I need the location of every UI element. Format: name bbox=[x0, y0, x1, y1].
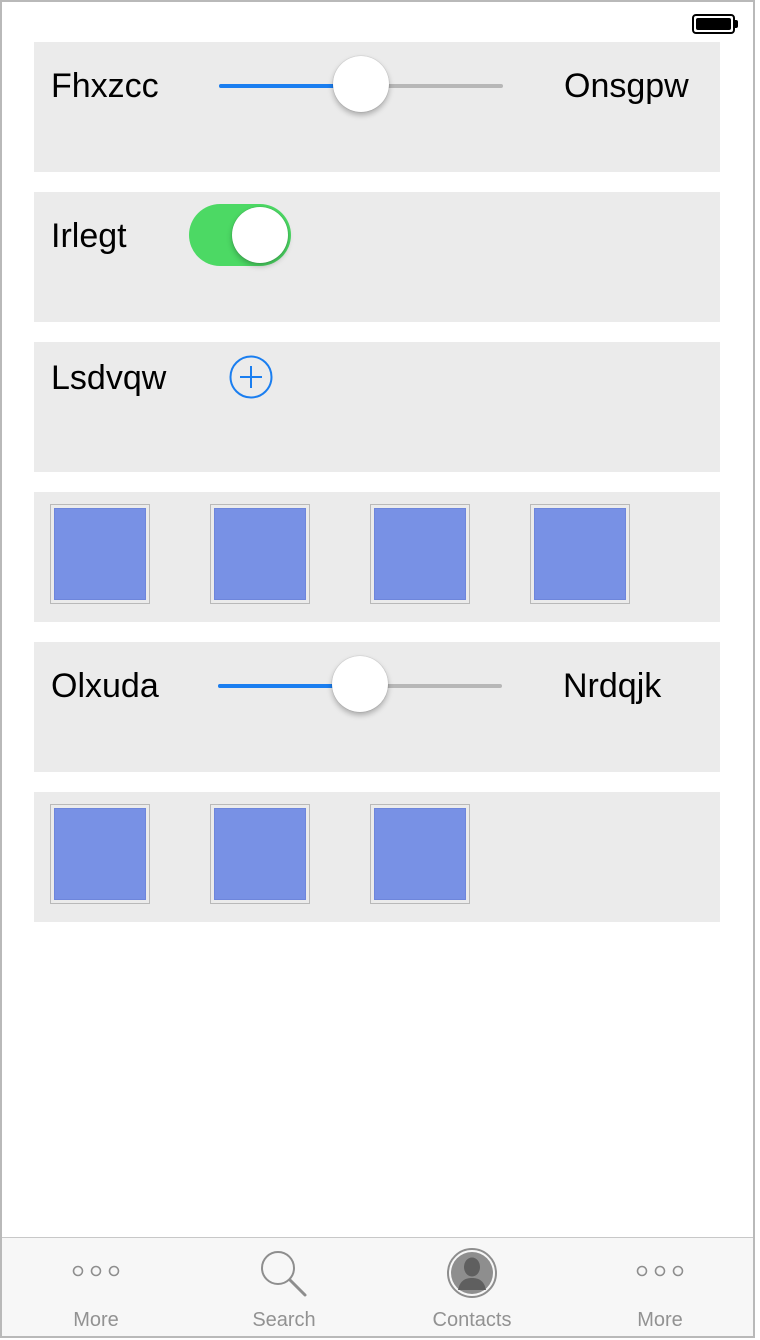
search-icon bbox=[261, 1251, 307, 1297]
slider-right-label: Onsgpw bbox=[564, 67, 689, 105]
slider-2[interactable] bbox=[218, 656, 502, 712]
swatch-row-2 bbox=[34, 792, 720, 922]
slider-1[interactable] bbox=[219, 56, 503, 112]
color-swatch[interactable] bbox=[370, 804, 470, 904]
color-swatch[interactable] bbox=[370, 504, 470, 604]
slider-row-2: Olxuda Nrdqjk bbox=[34, 642, 720, 772]
color-swatch[interactable] bbox=[50, 804, 150, 904]
toggle-knob bbox=[232, 207, 288, 263]
plus-circle-icon[interactable] bbox=[229, 355, 273, 399]
battery-icon bbox=[692, 14, 738, 34]
slider-thumb[interactable] bbox=[333, 56, 389, 112]
slider-row-1: Fhxzcc Onsgpw bbox=[34, 42, 720, 172]
tab-more-left[interactable]: More bbox=[2, 1238, 190, 1336]
tab-label: Search bbox=[252, 1309, 316, 1331]
tab-bar: More Search Contacts More bbox=[2, 1237, 753, 1336]
slider-left-label: Olxuda bbox=[51, 667, 159, 705]
slider-thumb[interactable] bbox=[332, 656, 388, 712]
slider-left-label: Fhxzcc bbox=[51, 67, 159, 105]
slider-right-label: Nrdqjk bbox=[563, 667, 662, 705]
tab-contacts[interactable]: Contacts bbox=[378, 1238, 566, 1336]
contact-icon bbox=[447, 1248, 497, 1298]
toggle-label: Irlegt bbox=[51, 217, 127, 255]
toggle-row: Irlegt bbox=[34, 192, 720, 322]
add-row: Lsdvqw bbox=[34, 342, 720, 472]
tab-search[interactable]: Search bbox=[190, 1238, 378, 1336]
tab-label: Contacts bbox=[432, 1309, 512, 1331]
more-dots-icon bbox=[636, 1265, 684, 1277]
app-screen: Fhxzcc Onsgpw Irlegt Lsdvqw Olxuda Nrdqj… bbox=[0, 0, 755, 1338]
color-swatch[interactable] bbox=[210, 504, 310, 604]
color-swatch[interactable] bbox=[210, 804, 310, 904]
tab-label: More bbox=[637, 1309, 683, 1331]
swatch-row-1 bbox=[34, 492, 720, 622]
color-swatch[interactable] bbox=[50, 504, 150, 604]
tab-label: More bbox=[73, 1309, 119, 1331]
color-swatch[interactable] bbox=[530, 504, 630, 604]
add-label: Lsdvqw bbox=[51, 359, 167, 397]
more-dots-icon bbox=[72, 1265, 120, 1277]
tab-more-right[interactable]: More bbox=[566, 1238, 753, 1336]
irlegt-toggle[interactable] bbox=[189, 204, 291, 266]
